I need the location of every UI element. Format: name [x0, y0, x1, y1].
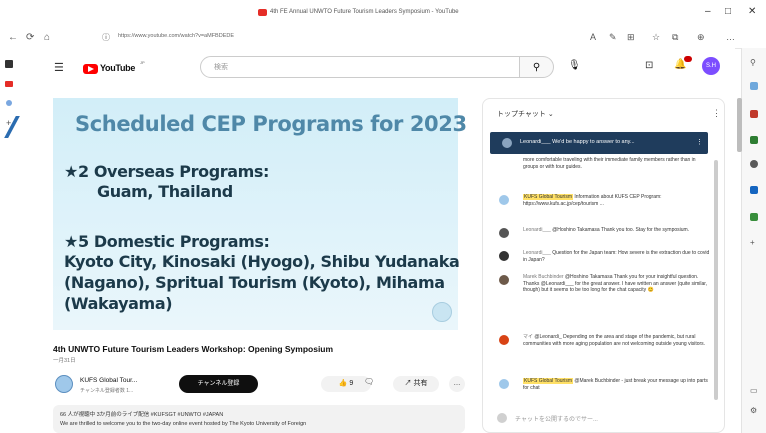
channel-name[interactable]: KUFS Global Tour... — [80, 377, 137, 384]
chat-avatar — [499, 275, 509, 285]
chat-input-avatar — [497, 413, 507, 423]
sidebar-layout-icon[interactable]: ▭ — [750, 386, 758, 395]
slide-line: (Nagano), Spritual Tourism (Kyoto), Miha… — [64, 273, 445, 292]
pinned-message[interactable]: Leonardi___ We'd be happy to answer to a… — [490, 132, 708, 154]
games-icon[interactable] — [750, 160, 758, 168]
logo-region: JP — [140, 60, 145, 65]
add-sidebar-icon[interactable]: + — [750, 238, 755, 247]
more-icon[interactable]: … — [726, 32, 735, 42]
chat-message-text: Leonardi___ Question for the Japan team:… — [523, 250, 710, 263]
close-icon[interactable]: ✕ — [748, 6, 756, 17]
refresh-icon[interactable]: ⟳ — [26, 32, 34, 43]
search-placeholder: 検索 — [214, 64, 228, 71]
chat-input[interactable]: チャットを公開するのでサー... — [493, 410, 708, 426]
slide-line: ★5 Domestic Programs: — [64, 232, 270, 251]
search-icon: ⚲ — [532, 62, 541, 73]
youtube-logo-icon[interactable] — [83, 64, 98, 74]
youtube-favicon-icon — [258, 9, 267, 16]
sidebar-settings-icon[interactable]: ⚙ — [750, 406, 757, 415]
video-title: 4th UNWTO Future Tourism Leaders Worksho… — [53, 344, 334, 354]
slide-line: (Wakayama) — [64, 294, 173, 313]
chat-author: Leonardi___ — [523, 227, 551, 233]
slide-line: ★2 Overseas Programs: — [64, 162, 270, 181]
channel-avatar[interactable] — [55, 375, 73, 393]
tab-title[interactable]: 4th FE Annual UNWTO Future Tourism Leade… — [270, 9, 459, 15]
search-sidebar-icon[interactable]: ⚲ — [750, 58, 756, 67]
voice-search-icon[interactable]: 🎙 — [568, 60, 581, 71]
favorite-icon[interactable]: ☆ — [652, 32, 660, 43]
maximize-icon[interactable]: □ — [725, 6, 731, 17]
home-icon[interactable]: ⌂ — [44, 32, 50, 43]
copilot-icon[interactable] — [750, 82, 758, 90]
tab-icon[interactable] — [6, 100, 12, 106]
chat-author: マイ — [523, 334, 534, 340]
lock-icon: ⓘ — [102, 33, 110, 42]
shopping-icon[interactable] — [750, 110, 758, 118]
chat-avatar — [499, 228, 509, 238]
search-button[interactable]: ⚲ — [520, 56, 554, 78]
slide-line: Guam, Thailand — [97, 182, 233, 201]
read-aloud-icon[interactable]: A — [590, 32, 596, 42]
pinned-text: Leonardi___ We'd be happy to answer to a… — [520, 139, 635, 145]
slide-line: Kyoto City, Kinosaki (Hyogo), Shibu Yuda… — [64, 252, 460, 271]
chat-mode-dropdown[interactable]: トップチャット ⌄ — [497, 109, 554, 119]
description-text: We are thrilled to welcome you to the tw… — [60, 421, 307, 427]
chat-author: KUFS Global Tourism — [523, 194, 573, 200]
collections-icon[interactable]: ⧉ — [672, 32, 678, 43]
subscribe-button[interactable]: チャンネル登録 — [179, 375, 258, 393]
chat-message-text: マイ @Leonardi_ Depending on the area and … — [523, 334, 706, 347]
comment-icon[interactable]: 🗨 — [364, 377, 374, 386]
share-icon: ↗ — [404, 380, 412, 387]
back-icon[interactable]: ← — [8, 32, 18, 43]
avatar[interactable]: S.H — [702, 57, 720, 75]
slide-title: Scheduled CEP Programs for 2023 — [75, 112, 467, 136]
chat-avatar — [499, 251, 509, 261]
search-input[interactable] — [200, 56, 520, 78]
tab-actions-icon[interactable] — [5, 60, 13, 68]
chat-menu-icon[interactable]: ⋮ — [712, 108, 721, 119]
share-button[interactable]: ↗ 共有 — [393, 376, 439, 392]
tools-icon[interactable] — [750, 136, 758, 144]
page-scrollbar[interactable] — [737, 98, 742, 152]
notification-badge — [684, 56, 692, 62]
extensions-icon[interactable]: ⊕ — [697, 32, 705, 43]
pinned-menu-icon[interactable]: ⋮ — [696, 138, 703, 146]
outlook-icon[interactable] — [750, 186, 758, 194]
chat-author: KUFS Global Tourism — [523, 378, 573, 384]
chat-avatar — [499, 195, 509, 205]
chat-avatar — [499, 379, 509, 389]
browser-titlebar: 4th FE Annual UNWTO Future Tourism Leade… — [0, 0, 766, 28]
video-date: 一月31日 — [53, 358, 76, 364]
chat-author: Marek Buchbinder — [523, 274, 564, 280]
chat-message-text: KUFS Global Tourism Information about KU… — [523, 194, 662, 207]
channel-subscribers: チャンネル登録者数 1... — [80, 388, 134, 394]
create-icon[interactable]: ⊡ — [645, 60, 653, 71]
youtube-tab-icon[interactable] — [5, 81, 13, 87]
chat-message-text: Leonardi___ @Hoshino Takamasa Thank you … — [523, 227, 690, 233]
more-actions-button[interactable]: … — [449, 376, 465, 392]
minimize-icon[interactable]: – — [705, 6, 711, 17]
pinned-avatar — [502, 138, 512, 148]
chat-message-text: more comfortable traveling with their im… — [523, 157, 696, 170]
address-bar: ← ⟳ ⌂ ⓘ https://www.youtube.com/watch?v=… — [0, 28, 766, 49]
office-icon[interactable] — [750, 213, 758, 221]
chat-message-text: KUFS Global Tourism @Marek Buchbinder - … — [523, 378, 708, 391]
chat-message-text: Marek Buchbinder @Hoshino Takamasa Thank… — [523, 274, 708, 293]
url-field[interactable]: https://www.youtube.com/watch?v=aMFBDEDE — [118, 33, 234, 39]
chat-input-placeholder: チャットを公開するのでサー... — [515, 417, 598, 423]
thumbs-up-icon: 👍 — [338, 380, 348, 387]
menu-icon[interactable]: ☰ — [54, 61, 64, 74]
apps-icon[interactable]: ⊞ — [627, 32, 635, 43]
browser-left-sidebar: + — [0, 48, 35, 433]
description-meta: 66 人が視聴中 3か月前のライブ配信 #KUFSGT #UNWTO #JAPA… — [60, 412, 224, 418]
chat-scrollbar[interactable] — [714, 160, 718, 400]
youtube-logo-text[interactable]: YouTube — [100, 63, 135, 73]
draw-icon[interactable]: ✎ — [609, 32, 617, 43]
watermark-logo-icon — [432, 302, 452, 322]
share-label: 共有 — [413, 380, 428, 387]
chat-author: Leonardi___ — [523, 250, 551, 256]
browser-right-sidebar: ⚲ + ▭ ⚙ — [741, 48, 766, 433]
like-count: 9 — [349, 380, 354, 387]
chat-avatar — [499, 335, 509, 345]
